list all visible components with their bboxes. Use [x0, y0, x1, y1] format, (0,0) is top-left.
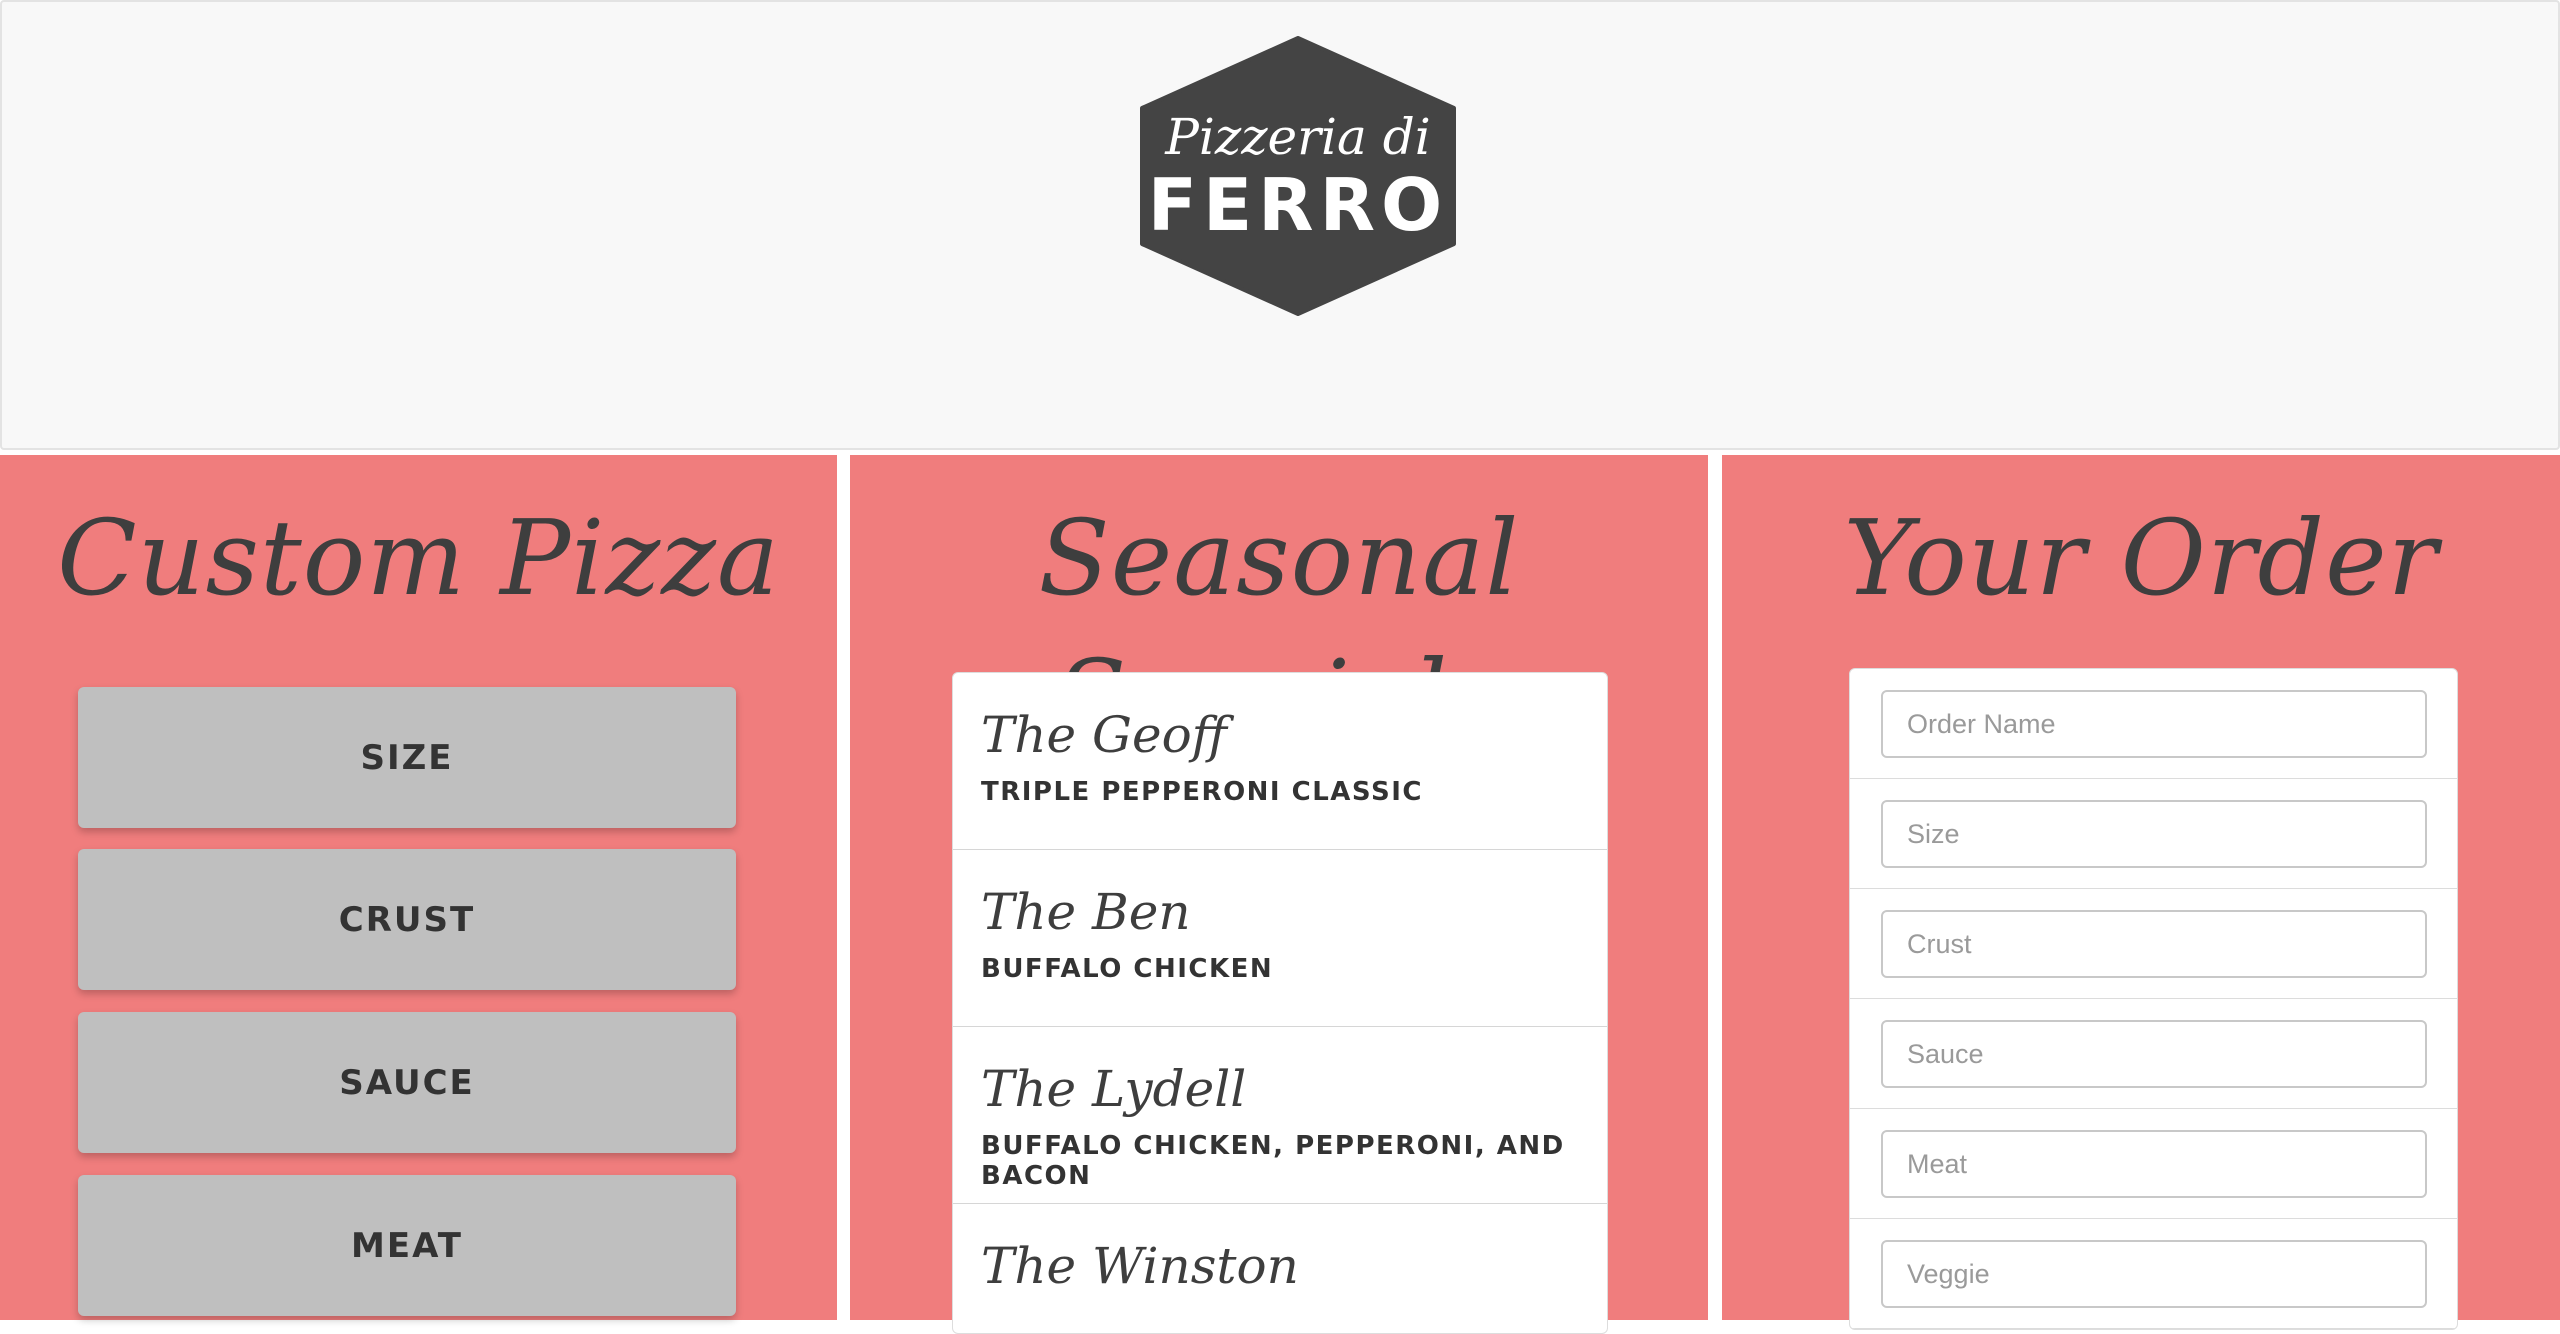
site-header: Pizzeria di FERRO	[0, 0, 2560, 450]
logo-top-text: Pizzeria di	[1164, 108, 1431, 166]
special-item-ben[interactable]: The Ben BUFFALO CHICKEN	[953, 850, 1607, 1027]
order-row	[1850, 999, 2457, 1109]
special-name: The Winston	[981, 1237, 1299, 1295]
custom-pizza-title: Custom Pizza	[57, 497, 780, 619]
special-name: The Lydell	[981, 1060, 1247, 1118]
size-input[interactable]	[1881, 800, 2427, 868]
crust-option-button[interactable]: CRUST	[78, 849, 736, 990]
order-form	[1849, 668, 2458, 1330]
meat-input[interactable]	[1881, 1130, 2427, 1198]
veggie-input[interactable]	[1881, 1240, 2427, 1308]
order-name-input[interactable]	[1881, 690, 2427, 758]
special-item-geoff[interactable]: The Geoff TRIPLE PEPPERONI CLASSIC	[953, 673, 1607, 850]
order-row	[1850, 779, 2457, 889]
your-order-title: Your Order	[1843, 497, 2439, 619]
pizzeria-logo[interactable]: Pizzeria di FERRO	[1138, 36, 1458, 316]
special-name: The Ben	[981, 883, 1191, 941]
special-name: The Geoff	[981, 706, 1228, 764]
logo-bottom-text: FERRO	[1148, 163, 1448, 247]
size-option-button[interactable]: SIZE	[78, 687, 736, 828]
special-description: BUFFALO CHICKEN, PEPPERONI, AND BACON	[981, 1131, 1565, 1191]
sauce-input[interactable]	[1881, 1020, 2427, 1088]
order-row	[1850, 669, 2457, 779]
special-description: BUFFALO CHICKEN	[981, 954, 1274, 984]
order-row	[1850, 1109, 2457, 1219]
special-item-lydell[interactable]: The Lydell BUFFALO CHICKEN, PEPPERONI, A…	[953, 1027, 1607, 1204]
crust-input[interactable]	[1881, 910, 2427, 978]
meat-option-button[interactable]: MEAT	[78, 1175, 736, 1316]
special-item-winston[interactable]: The Winston	[953, 1204, 1607, 1333]
sauce-option-button[interactable]: SAUCE	[78, 1012, 736, 1153]
special-description: TRIPLE PEPPERONI CLASSIC	[981, 777, 1423, 807]
specials-list: The Geoff TRIPLE PEPPERONI CLASSIC The B…	[952, 672, 1608, 1334]
order-row	[1850, 889, 2457, 999]
order-row	[1850, 1219, 2457, 1329]
